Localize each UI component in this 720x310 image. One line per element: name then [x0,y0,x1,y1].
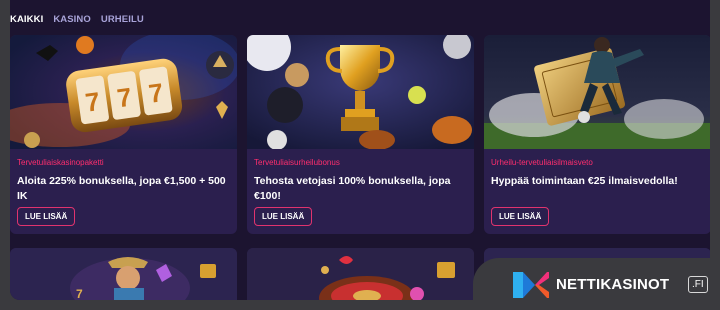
soccer-player-ticket-image [484,35,710,149]
promo-card-free-bet[interactable]: Urheilu-tervetuliaisilmaisveto Hyppää to… [484,35,710,234]
read-more-button[interactable]: LUE LISÄÄ [491,207,550,226]
category-tabs: KAIKKI KASINO URHEILU [10,12,144,26]
tab-kasino[interactable]: KASINO [53,14,91,25]
promo-card-partial[interactable] [247,248,474,300]
promo-tag: Tervetuliaiskasinopaketti [17,158,104,167]
cowboy-slot-image: 7 [10,248,237,300]
brand-name: NETTIKASINOT [556,276,670,293]
nettikasinot-logo-icon [513,272,549,298]
svg-text:7: 7 [76,287,83,300]
screenshot-frame: KAIKKI KASINO URHEILU 7 7 7 Tervetuliais… [0,0,720,310]
brand-watermark: NETTIKASINOT .FI [473,258,720,310]
tab-urheilu[interactable]: URHEILU [101,14,144,25]
promo-title: Aloita 225% bonuksella, jopa €1,500 + 50… [17,175,226,202]
promo-tag: Urheilu-tervetuliaisilmaisveto [491,158,593,167]
promotions-panel: KAIKKI KASINO URHEILU 7 7 7 Tervetuliais… [10,0,710,300]
slot-machine-777-image: 7 7 7 [10,35,237,149]
promo-card-sports[interactable]: Tervetuliaisurheilubonus Tehosta vetojas… [247,35,474,234]
promo-tag: Tervetuliaisurheilubonus [254,158,340,167]
promo-title: Tehosta vetojasi 100% bonuksella, jopa €… [254,175,451,202]
promo-card-partial[interactable]: 7 [10,248,237,300]
promo-card-casino[interactable]: 7 7 7 Tervetuliaiskasinopaketti Aloita 2… [10,35,237,234]
read-more-button[interactable]: LUE LISÄÄ [254,207,313,226]
tab-kaikki[interactable]: KAIKKI [10,14,43,25]
promo-title: Hyppää toimintaan €25 ilmaisvedolla! [491,175,678,187]
roulette-image [247,248,474,300]
read-more-button[interactable]: LUE LISÄÄ [17,207,76,226]
trophy-sports-balls-image [247,35,474,149]
brand-tld: .FI [688,276,708,293]
